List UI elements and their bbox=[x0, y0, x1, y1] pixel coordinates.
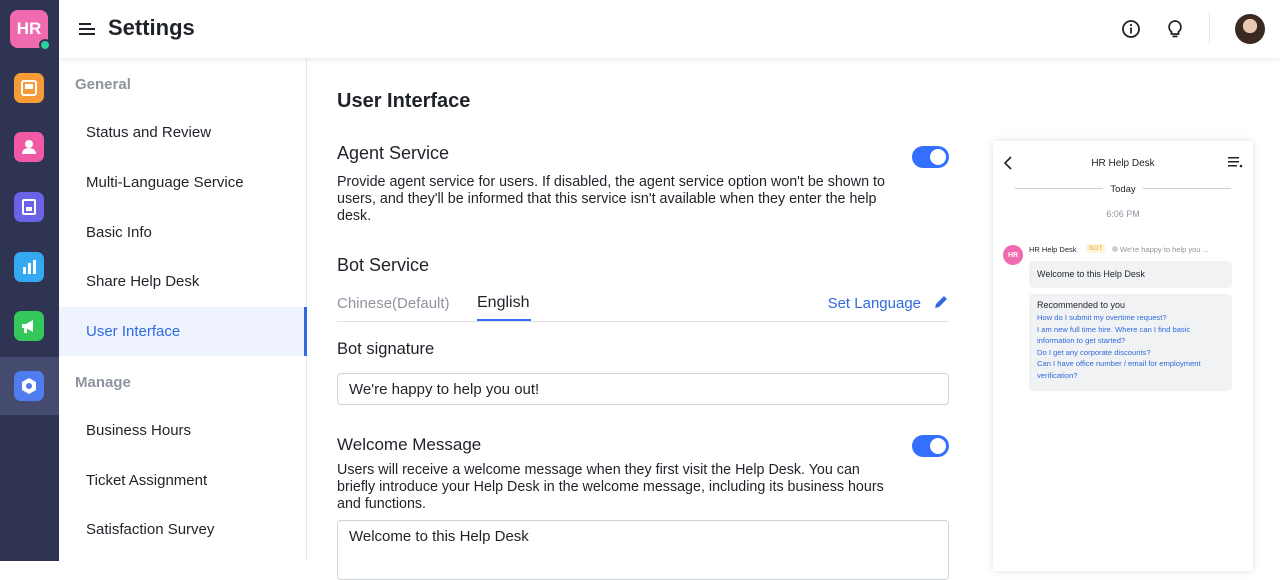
nav-item-satisfaction-survey[interactable]: Satisfaction Survey bbox=[59, 505, 306, 554]
gear-icon bbox=[22, 378, 36, 394]
recommended-question[interactable]: How do I submit my overtime request? bbox=[1037, 312, 1224, 324]
lightbulb-icon[interactable] bbox=[1165, 19, 1185, 39]
rail-app-knowledge[interactable] bbox=[14, 192, 44, 222]
preview-title: HR Help Desk bbox=[1091, 158, 1155, 169]
signature-preview: We're happy to help you ... bbox=[1112, 245, 1209, 254]
agent-service-toggle[interactable] bbox=[912, 146, 949, 168]
toggle-knob bbox=[930, 149, 946, 165]
recommended-title: Recommended to you bbox=[1037, 300, 1126, 310]
header-divider bbox=[1209, 12, 1210, 44]
nav-item-user-interface[interactable]: User Interface bbox=[59, 307, 307, 356]
bar-chart-icon bbox=[23, 260, 36, 274]
main-content: User Interface Agent Service Provide age… bbox=[307, 58, 1280, 580]
bot-service-title: Bot Service bbox=[337, 255, 430, 275]
nav-item-ticket-assignment[interactable]: Ticket Assignment bbox=[59, 456, 306, 505]
agent-service-title: Agent Service bbox=[337, 143, 450, 163]
toggle-knob bbox=[930, 438, 946, 454]
recommended-question[interactable]: I am new full time hire. Where can I fin… bbox=[1037, 324, 1224, 347]
rail-app-settings[interactable] bbox=[14, 371, 44, 401]
help-desk-preview: HR Help Desk Today 6:06 PM HR HR Help De… bbox=[993, 141, 1253, 571]
list-menu-icon bbox=[1228, 157, 1243, 168]
message-time: 6:06 PM bbox=[1106, 209, 1140, 219]
nav-item-basic-info[interactable]: Basic Info bbox=[59, 208, 306, 257]
user-icon bbox=[22, 140, 36, 154]
welcome-message-toggle[interactable] bbox=[912, 435, 949, 457]
book-icon bbox=[22, 199, 36, 215]
nav-item-business-hours[interactable]: Business Hours bbox=[59, 406, 306, 455]
welcome-bubble: Welcome to this Help Desk bbox=[1029, 261, 1232, 288]
bot-signature-label: Bot signature bbox=[337, 340, 435, 358]
dot-icon bbox=[1112, 246, 1118, 252]
tab-chinese-default[interactable]: Chinese(Default) bbox=[337, 295, 450, 312]
nav-group-manage: Manage bbox=[75, 374, 131, 391]
date-divider-label: Today bbox=[1110, 184, 1136, 195]
recommended-bubble: Recommended to you How do I submit my ov… bbox=[1029, 294, 1232, 391]
welcome-message-description: Users will receive a welcome message whe… bbox=[337, 462, 884, 512]
recommended-question[interactable]: Can I have office number / email for emp… bbox=[1037, 358, 1224, 381]
bot-badge: BOT bbox=[1086, 244, 1106, 253]
welcome-message-title: Welcome Message bbox=[337, 435, 482, 454]
rail-app-announcements[interactable] bbox=[14, 311, 44, 341]
rail-app-tickets[interactable] bbox=[14, 73, 44, 103]
page-title: Settings bbox=[108, 15, 195, 40]
nav-group-general: General bbox=[75, 76, 131, 93]
online-status-dot bbox=[39, 39, 51, 51]
inbox-icon bbox=[21, 80, 37, 96]
welcome-message-textarea[interactable]: Welcome to this Help Desk bbox=[337, 520, 949, 580]
nav-item-multi-language-service[interactable]: Multi-Language Service bbox=[59, 158, 306, 207]
set-language-link[interactable]: Set Language bbox=[828, 295, 921, 312]
sender-name: HR Help Desk bbox=[1029, 245, 1077, 254]
tab-english[interactable]: English bbox=[477, 294, 529, 312]
user-avatar[interactable] bbox=[1235, 14, 1265, 44]
nav-item-status-and-review[interactable]: Status and Review bbox=[59, 108, 306, 157]
settings-nav: General Status and Review Multi-Language… bbox=[59, 58, 307, 561]
nav-item-share-help-desk[interactable]: Share Help Desk bbox=[59, 257, 306, 306]
rail-app-analytics[interactable] bbox=[14, 252, 44, 282]
pencil-icon[interactable] bbox=[933, 294, 949, 310]
bot-avatar: HR bbox=[1003, 245, 1023, 265]
active-tab-underline bbox=[477, 319, 531, 321]
signature-preview-text: We're happy to help you ... bbox=[1120, 245, 1209, 254]
agent-service-description: Provide agent service for users. If disa… bbox=[337, 174, 885, 224]
top-header: Settings bbox=[59, 0, 1280, 58]
info-icon[interactable] bbox=[1121, 19, 1141, 39]
app-logo[interactable]: HR bbox=[10, 10, 51, 51]
language-tabs: Chinese(Default) English Set Language bbox=[337, 290, 949, 322]
app-rail: HR bbox=[0, 0, 59, 561]
rail-app-contacts[interactable] bbox=[14, 132, 44, 162]
recommended-question[interactable]: Do I get any corporate discounts? bbox=[1037, 347, 1224, 359]
bot-signature-input[interactable] bbox=[337, 373, 949, 405]
app-logo-text: HR bbox=[16, 19, 42, 38]
section-title: User Interface bbox=[337, 90, 471, 112]
menu-icon[interactable] bbox=[78, 20, 96, 38]
megaphone-icon bbox=[22, 320, 33, 333]
